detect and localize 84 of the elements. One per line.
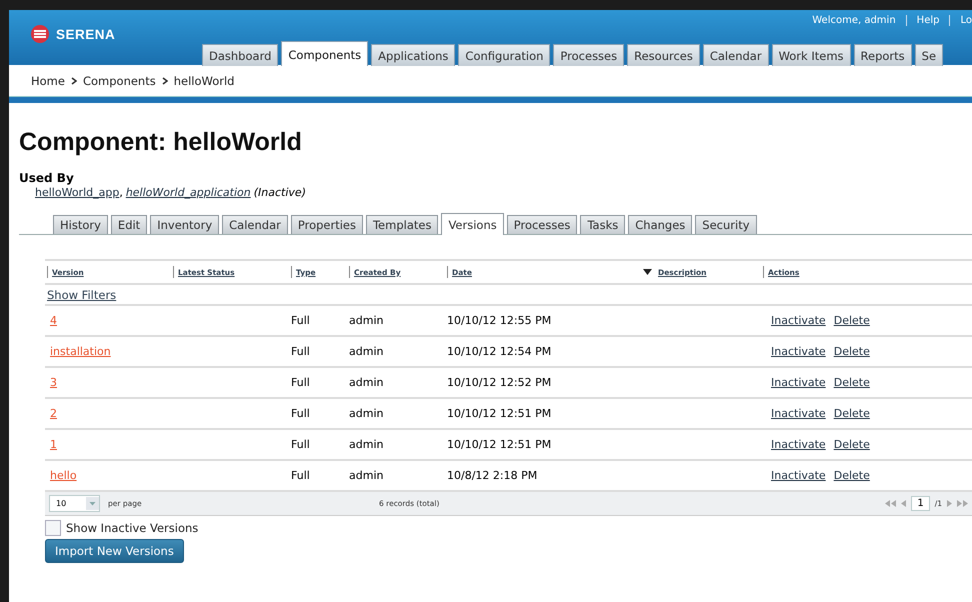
last-page-icon — [957, 500, 968, 507]
action-link[interactable]: Inactivate — [771, 438, 826, 451]
tab[interactable]: Processes — [506, 215, 578, 234]
action-link[interactable]: Inactivate — [771, 314, 826, 327]
tab[interactable]: Calendar — [222, 215, 288, 234]
tab[interactable]: Templates — [366, 215, 438, 234]
header-link[interactable]: Help — [916, 15, 940, 26]
table-cell-text: Full — [291, 345, 311, 358]
table-cell-text: admin — [349, 407, 384, 420]
action-link[interactable]: Delete — [834, 345, 870, 358]
table-cell-text: 10/10/12 12:51 PM — [447, 438, 552, 451]
table-cell-text: 10/10/12 12:52 PM — [447, 376, 552, 389]
page-title: Component: helloWorld — [19, 128, 303, 157]
tab[interactable]: Edit — [110, 215, 148, 234]
table-cell-text: Full — [291, 314, 311, 327]
version-link[interactable]: 2 — [50, 407, 57, 420]
nav-tab[interactable]: Reports — [854, 44, 912, 66]
action-link[interactable]: Delete — [834, 407, 870, 420]
action-link[interactable]: Inactivate — [771, 376, 826, 389]
dropdown-icon — [86, 497, 99, 510]
tab[interactable]: Tasks — [580, 215, 626, 234]
nav-tab[interactable]: Resources — [627, 44, 700, 66]
version-link[interactable]: 1 — [50, 438, 57, 451]
chevron-icon — [162, 76, 168, 84]
tab[interactable]: Changes — [628, 215, 692, 234]
version-link[interactable]: 3 — [50, 376, 57, 389]
version-link[interactable]: hello — [50, 469, 77, 482]
action-link[interactable]: Delete — [834, 438, 870, 451]
nav-tab[interactable]: Se — [914, 44, 944, 66]
table-cell-text: Full — [291, 469, 311, 482]
nav-tab[interactable]: Configuration — [458, 44, 550, 66]
app-link[interactable]: helloWorld_app — [35, 186, 120, 199]
used-by-label: Used By — [19, 171, 75, 185]
status-note: (Inactive) — [254, 186, 306, 199]
next-page-icon — [947, 500, 952, 507]
action-link[interactable]: Inactivate — [771, 407, 826, 420]
show-filters-link[interactable]: Show Filters — [47, 288, 116, 302]
action-link[interactable]: Delete — [834, 314, 870, 327]
table-cell-text: Full — [291, 376, 311, 389]
checkbox[interactable] — [45, 520, 61, 536]
action-link[interactable]: Delete — [834, 469, 870, 482]
breadcrumb-link[interactable]: Components — [82, 74, 156, 88]
table-cell-text: 10/10/12 12:51 PM — [447, 407, 552, 420]
nav-tab[interactable]: Calendar — [702, 44, 769, 66]
tab[interactable]: Inventory — [150, 215, 220, 234]
table-cell-text: Full — [291, 407, 311, 420]
action-link[interactable]: Inactivate — [771, 345, 826, 358]
header-link[interactable]: Welcome, admin — [812, 15, 896, 26]
logo-text: SERENA — [56, 26, 116, 42]
nav-tab[interactable]: Components — [281, 41, 368, 66]
previous-page-icon — [901, 500, 906, 507]
separator-text: , — [119, 186, 123, 199]
breadcrumb-link[interactable]: helloWorld — [174, 74, 234, 88]
version-link[interactable]: installation — [50, 345, 111, 358]
checkbox-label: Show Inactive Versions — [66, 521, 198, 535]
nav-tab[interactable]: Processes — [553, 44, 624, 66]
nav-tab[interactable]: Work Items — [772, 44, 851, 66]
chevron-icon — [70, 76, 77, 84]
page-size-select[interactable]: 10 — [49, 495, 100, 512]
app-link[interactable]: helloWorld_application — [126, 186, 251, 199]
table-cell-text: admin — [349, 438, 384, 451]
first-page-icon — [885, 500, 896, 507]
tab[interactable]: History — [53, 215, 108, 234]
table-cell-text: Full — [291, 438, 311, 451]
import-button[interactable]: Import New Versions — [45, 539, 184, 563]
action-link[interactable]: Inactivate — [771, 469, 826, 482]
table-cell-text: 10/10/12 12:54 PM — [447, 345, 552, 358]
nav-tab[interactable]: Applications — [371, 44, 456, 66]
tab[interactable]: Versions — [441, 213, 504, 235]
header-link[interactable]: Lo — [960, 15, 972, 26]
table-cell-text: admin — [349, 469, 384, 482]
action-link[interactable]: Delete — [834, 376, 870, 389]
logo-icon — [31, 25, 49, 43]
page-input[interactable]: 1 — [911, 496, 930, 511]
tab[interactable]: Security — [695, 215, 757, 234]
nav-tab[interactable]: Dashboard — [202, 44, 278, 66]
table-cell-text: admin — [349, 345, 384, 358]
table-cell-text: admin — [349, 314, 384, 327]
breadcrumb-link[interactable]: Home — [31, 74, 65, 88]
table-cell-text: 10/10/12 12:55 PM — [447, 314, 552, 327]
tab[interactable]: Properties — [290, 215, 363, 234]
table-cell-text: 10/8/12 2:18 PM — [447, 469, 538, 482]
table-cell-text: admin — [349, 376, 384, 389]
version-link[interactable]: 4 — [50, 314, 57, 327]
